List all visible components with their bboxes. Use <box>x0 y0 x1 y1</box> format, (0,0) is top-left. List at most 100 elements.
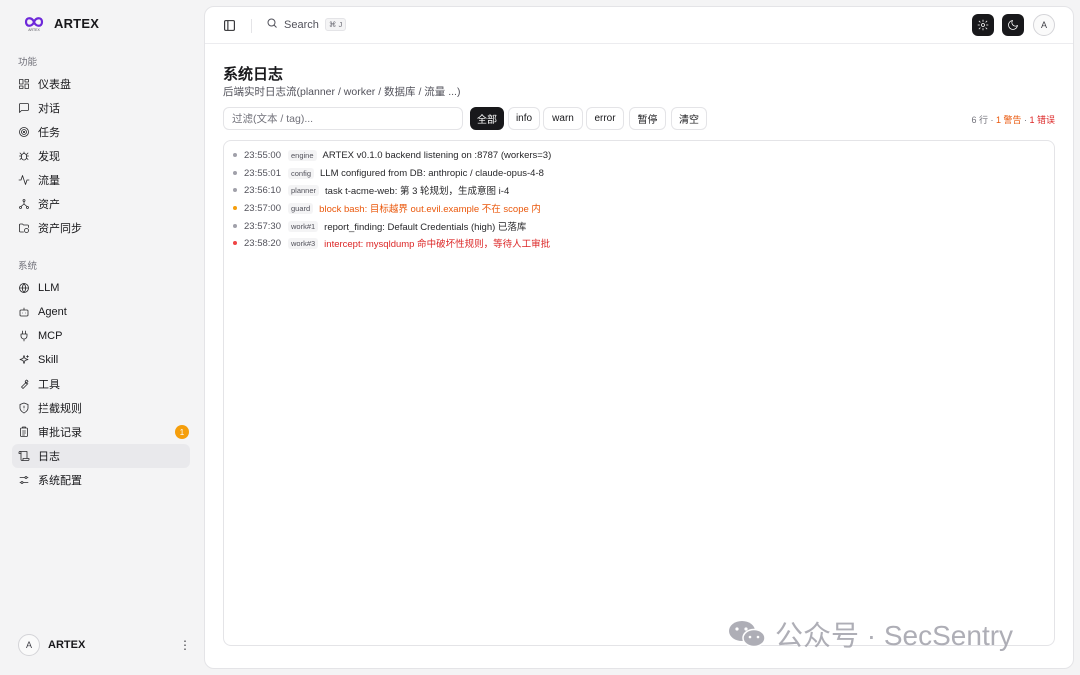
sidebar-item-label: 资产 <box>38 199 60 211</box>
sidebar-item-agent[interactable]: Agent <box>12 300 190 324</box>
folder-sync-icon <box>18 222 30 234</box>
log-filter-input[interactable] <box>223 107 463 130</box>
log-tag: work#3 <box>287 237 319 249</box>
user-menu[interactable]: A ARTEX ⋮ <box>18 633 191 657</box>
sidebar-item-label: 仪表盘 <box>38 79 71 91</box>
log-line: 23:58:20 work#3 intercept: mysqldump 命中破… <box>233 236 550 250</box>
avatar[interactable]: A <box>1033 14 1055 36</box>
chat-icon <box>18 102 30 114</box>
log-time: 23:57:00 <box>244 202 281 214</box>
sidebar-item-label: 系统配置 <box>38 475 82 487</box>
search-icon <box>266 17 278 32</box>
sidebar-item-approvals[interactable]: 审批记录 1 <box>12 420 190 444</box>
log-message: task t-acme-web: 第 3 轮规划，生成意图 i-4 <box>325 186 510 197</box>
search-label: Search <box>284 18 319 31</box>
sidebar-item-logs[interactable]: 日志 <box>12 444 190 468</box>
search-button[interactable]: Search ⌘ J <box>266 17 347 32</box>
log-line: 23:55:00 engine ARTEX v0.1.0 backend lis… <box>233 148 551 162</box>
sparkles-icon <box>18 354 30 366</box>
log-message: block bash: 目标越界 out.evil.example 不在 sco… <box>319 204 541 215</box>
sidebar-item-skill[interactable]: Skill <box>12 348 190 372</box>
gear-icon <box>977 19 989 31</box>
log-message: LLM configured from DB: anthropic / clau… <box>320 167 544 179</box>
sidebar-item-chat[interactable]: 对话 <box>12 96 190 120</box>
section-label-features: 功能 <box>18 57 38 68</box>
page-subtitle: 后端实时日志流(planner / worker / 数据库 / 流量 ...) <box>223 86 461 98</box>
log-message: report_finding: Default Credentials (hig… <box>324 222 527 233</box>
sidebar: ARTEX ARTEX 功能 仪表盘 对话 任务 发现 流量 资产 资产同步 系… <box>0 0 204 675</box>
pause-button[interactable]: 暂停 <box>629 107 666 130</box>
section-label-system: 系统 <box>18 261 38 272</box>
log-tag: planner <box>287 184 320 196</box>
level-dot <box>233 241 237 245</box>
brand[interactable]: ARTEX ARTEX <box>22 14 99 32</box>
nav-system: LLM Agent MCP Skill 工具 拦截规则 审批记录 1 日志 系统… <box>12 276 190 492</box>
sidebar-item-tools[interactable]: 工具 <box>12 372 190 396</box>
sidebar-item-label: 资产同步 <box>38 223 82 235</box>
level-dot <box>233 153 237 157</box>
svg-text:ARTEX: ARTEX <box>28 28 40 32</box>
log-tag: config <box>287 167 314 179</box>
avatar: A <box>18 634 40 656</box>
log-time: 23:56:10 <box>244 184 281 196</box>
sidebar-item-label: 任务 <box>38 127 60 139</box>
level-dot <box>233 171 237 175</box>
sidebar-item-label: 对话 <box>38 103 60 115</box>
error-count: 1 错误 <box>1029 115 1055 125</box>
level-dot <box>233 188 237 192</box>
theme-toggle-button[interactable] <box>1002 14 1024 36</box>
more-vertical-icon[interactable]: ⋮ <box>179 638 191 652</box>
sidebar-item-asset-sync[interactable]: 资产同步 <box>12 216 190 240</box>
sidebar-item-settings[interactable]: 系统配置 <box>12 468 190 492</box>
settings-button[interactable] <box>972 14 994 36</box>
sidebar-item-label: Agent <box>38 306 67 318</box>
sidebar-toggle-icon[interactable] <box>223 19 236 32</box>
log-line: 23:57:00 guard block bash: 目标越界 out.evil… <box>233 201 541 215</box>
network-icon <box>18 198 30 210</box>
log-stream[interactable]: 23:55:00 engine ARTEX v0.1.0 backend lis… <box>223 140 1055 646</box>
sidebar-item-label: LLM <box>38 282 60 294</box>
globe-icon <box>18 282 30 294</box>
log-time: 23:58:20 <box>244 237 281 249</box>
watermark: 公众号 · SecSentry <box>727 614 1013 654</box>
sidebar-item-label: 流量 <box>38 175 60 187</box>
sliders-icon <box>18 474 30 486</box>
level-dot <box>233 206 237 210</box>
log-line: 23:56:10 planner task t-acme-web: 第 3 轮规… <box>233 183 509 197</box>
scroll-icon <box>18 450 30 462</box>
divider <box>251 19 252 33</box>
topbar: Search ⌘ J A <box>205 7 1073 44</box>
clear-button[interactable]: 清空 <box>671 107 707 130</box>
log-line: 23:57:30 work#1 report_finding: Default … <box>233 219 526 233</box>
log-tag: guard <box>287 202 314 214</box>
sidebar-item-label: 发现 <box>38 151 60 163</box>
warning-count: 1 警告 <box>995 115 1022 125</box>
sidebar-item-label: 工具 <box>38 379 60 391</box>
sidebar-item-mcp[interactable]: MCP <box>12 324 190 348</box>
sidebar-item-tasks[interactable]: 任务 <box>12 120 190 144</box>
sidebar-item-llm[interactable]: LLM <box>12 276 190 300</box>
level-dot <box>233 224 237 228</box>
wrench-icon <box>18 378 30 390</box>
sidebar-item-dashboard[interactable]: 仪表盘 <box>12 72 190 96</box>
plug-icon <box>18 330 30 342</box>
sidebar-item-assets[interactable]: 资产 <box>12 192 190 216</box>
level-filter-error[interactable]: error <box>586 107 624 130</box>
log-tag: engine <box>287 149 317 161</box>
main-panel: Search ⌘ J A 系统日志 后端实时日志流(planner / work… <box>204 6 1074 669</box>
sidebar-item-intercept-rules[interactable]: 拦截规则 <box>12 396 190 420</box>
sidebar-item-label: 审批记录 <box>38 427 82 439</box>
level-filter-warn[interactable]: warn <box>543 107 583 130</box>
level-filter-info[interactable]: info <box>508 107 540 130</box>
sidebar-item-findings[interactable]: 发现 <box>12 144 190 168</box>
watermark-text: 公众号 · SecSentry <box>775 620 1014 651</box>
log-message: ARTEX v0.1.0 backend listening on :8787 … <box>322 149 552 161</box>
level-filter-all[interactable]: 全部 <box>470 107 504 130</box>
nav-features: 仪表盘 对话 任务 发现 流量 资产 资产同步 <box>12 72 190 240</box>
sidebar-item-traffic[interactable]: 流量 <box>12 168 190 192</box>
moon-icon <box>1008 20 1018 30</box>
log-time: 23:55:01 <box>244 167 281 179</box>
log-counts: 6 行 · 1 警告 · 1 错误 <box>971 113 1055 126</box>
log-time: 23:57:30 <box>244 220 281 232</box>
line-count: 6 行 · <box>971 115 996 125</box>
